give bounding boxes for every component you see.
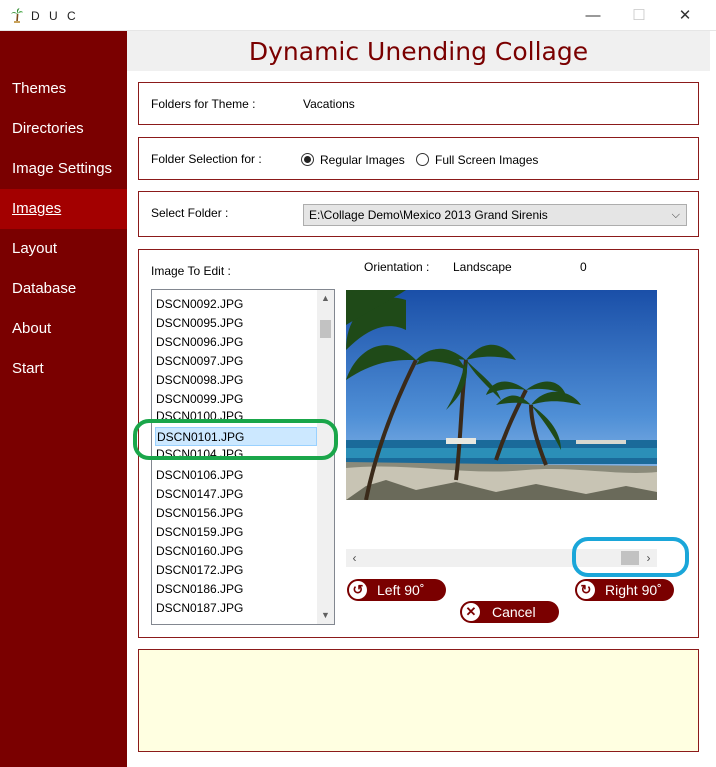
cancel-label: Cancel — [492, 604, 536, 620]
rotate-right-icon: ↻ — [577, 581, 595, 599]
orientation-value: Landscape — [453, 260, 512, 274]
list-item[interactable]: DSCN0160.JPG — [155, 542, 317, 561]
sidebar-item-images[interactable]: Images — [0, 189, 127, 229]
regular-images-label[interactable]: Regular Images — [320, 153, 405, 167]
select-folder-label: Select Folder : — [151, 206, 229, 220]
rotation-value: 0 — [580, 260, 587, 274]
scroll-highlight-callout — [572, 537, 689, 577]
app-heading: Dynamic Unending Collage — [248, 37, 589, 66]
sidebar-item-layout[interactable]: Layout — [0, 229, 127, 269]
close-button[interactable]: ✕ — [662, 0, 708, 30]
list-item[interactable]: DSCN0187.JPG — [155, 599, 317, 618]
selection-highlight-callout — [133, 419, 338, 460]
notes-area — [138, 649, 699, 752]
list-item[interactable]: DSCN0172.JPG — [155, 561, 317, 580]
scroll-up-icon[interactable]: ▲ — [317, 290, 334, 307]
sidebar: Themes Directories Image Settings Images… — [0, 31, 127, 767]
theme-label: Folders for Theme : — [151, 97, 256, 111]
list-item[interactable]: DSCN0147.JPG — [155, 485, 317, 504]
full-screen-images-radio[interactable] — [416, 153, 429, 166]
rotate-right-label: Right 90˚ — [605, 582, 662, 598]
folder-dropdown-value: E:\Collage Demo\Mexico 2013 Grand Sireni… — [309, 208, 548, 222]
window-title: D U C — [31, 9, 79, 23]
main-content: Dynamic Unending Collage Folders for The… — [127, 31, 716, 767]
scroll-thumb[interactable] — [320, 320, 331, 338]
scroll-left-icon[interactable]: ‹ — [346, 549, 363, 567]
folder-selection-label: Folder Selection for : — [151, 152, 262, 166]
list-item[interactable]: DSCN0095.JPG — [155, 314, 317, 333]
theme-value: Vacations — [303, 97, 355, 111]
select-folder-panel: Select Folder : E:\Collage Demo\Mexico 2… — [138, 191, 699, 237]
minimize-button[interactable]: — — [570, 0, 616, 30]
sidebar-item-image-settings[interactable]: Image Settings — [0, 149, 127, 189]
sidebar-item-start[interactable]: Start — [0, 349, 127, 389]
rotate-left-icon: ↺ — [349, 581, 367, 599]
orientation-label: Orientation : — [364, 260, 430, 274]
list-item[interactable]: DSCN0097.JPG — [155, 352, 317, 371]
list-item[interactable]: DSCN0186.JPG — [155, 580, 317, 599]
maximize-button: ☐ — [632, 7, 646, 24]
list-item[interactable]: DSCN0099.JPG — [155, 390, 317, 409]
list-item[interactable]: DSCN0159.JPG — [155, 523, 317, 542]
rotate-right-button[interactable]: ↻ Right 90˚ — [575, 579, 674, 601]
folder-selection-panel: Folder Selection for : Regular Images Fu… — [138, 137, 699, 180]
list-item[interactable]: DSCN0100.JPG — [155, 409, 317, 419]
list-item[interactable]: DSCN0092.JPG — [155, 295, 317, 314]
list-item[interactable]: DSCN0096.JPG — [155, 333, 317, 352]
theme-panel: Folders for Theme : Vacations — [138, 82, 699, 125]
list-item[interactable]: DSCN0106.JPG — [155, 466, 317, 485]
list-item[interactable]: DSCN0156.JPG — [155, 504, 317, 523]
regular-images-radio[interactable] — [301, 153, 314, 166]
sidebar-item-about[interactable]: About — [0, 309, 127, 349]
sidebar-item-directories[interactable]: Directories — [0, 109, 127, 149]
chevron-down-icon: ⌵ — [671, 209, 680, 221]
sidebar-item-database[interactable]: Database — [0, 269, 127, 309]
list-item[interactable]: DSCN0098.JPG — [155, 371, 317, 390]
image-to-edit-label: Image To Edit : — [151, 264, 231, 278]
rotate-left-label: Left 90˚ — [377, 582, 425, 598]
image-preview — [346, 290, 657, 500]
full-screen-images-label[interactable]: Full Screen Images — [435, 153, 538, 167]
folder-dropdown[interactable]: E:\Collage Demo\Mexico 2013 Grand Sireni… — [303, 204, 687, 226]
scroll-down-icon[interactable]: ▼ — [317, 607, 334, 624]
sidebar-item-themes[interactable]: Themes — [0, 69, 127, 109]
palm-tree-icon — [11, 8, 23, 23]
cancel-button[interactable]: ✕ Cancel — [460, 601, 559, 623]
rotate-left-button[interactable]: ↺ Left 90˚ — [347, 579, 446, 601]
beach-photo — [346, 290, 657, 500]
cancel-x-icon: ✕ — [462, 603, 480, 621]
title-bar: D U C — ☐ ✕ — [0, 0, 716, 31]
